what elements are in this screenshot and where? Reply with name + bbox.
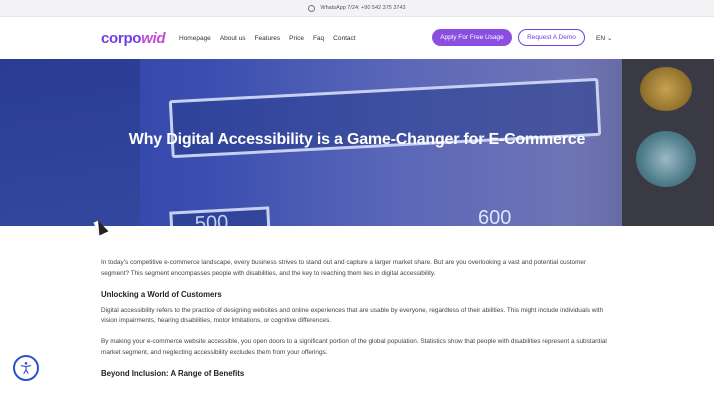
- article-intro: In today’s competitive e-commerce landsc…: [101, 259, 587, 277]
- language-label: EN: [596, 34, 606, 42]
- accessibility-widget-button[interactable]: [13, 355, 39, 381]
- accessibility-icon: [20, 362, 32, 374]
- nav-about-us[interactable]: About us: [220, 35, 246, 42]
- nav-homepage[interactable]: Homepage: [179, 35, 211, 42]
- page-title: Why Digital Accessibility is a Game-Chan…: [128, 131, 586, 148]
- corpowid-logo[interactable]: corpowid: [101, 30, 166, 47]
- whatsapp-text[interactable]: WhatsApp 7/24: +90 542 375 3743: [320, 5, 405, 11]
- hero-sign-600: 600: [478, 207, 512, 226]
- nav-contact[interactable]: Contact: [333, 35, 355, 42]
- traffic-light-amber: [640, 67, 692, 111]
- logo-part2: wid: [141, 30, 166, 47]
- article-body: In today’s competitive e-commerce landsc…: [101, 258, 613, 385]
- request-demo-button[interactable]: Request A Demo: [518, 29, 585, 46]
- top-contact-bar: WhatsApp 7/24: +90 542 375 3743: [0, 0, 714, 17]
- language-selector[interactable]: EN ⌄: [596, 34, 613, 43]
- whatsapp-icon: [308, 4, 316, 12]
- nav-menu: Homepage About us Features Price Faq Con…: [179, 35, 356, 42]
- article-paragraph: Digital accessibility refers to the prac…: [101, 306, 604, 325]
- hero-sign-number: 500: [194, 211, 229, 226]
- nav-faq[interactable]: Faq: [313, 35, 324, 42]
- apply-free-usage-button[interactable]: Apply For Free Usage: [432, 29, 512, 46]
- nav-price[interactable]: Price: [289, 35, 304, 42]
- section-heading: Unlocking a World of Customers: [101, 289, 222, 299]
- chevron-down-icon: ⌄: [607, 35, 613, 42]
- hero-small-sign: 500: [169, 206, 271, 226]
- main-navbar: corpowid Homepage About us Features Pric…: [0, 17, 714, 59]
- hero-banner: 500 600 Why Digital Accessibility is a G…: [0, 59, 714, 226]
- logo-part1: corpo: [101, 30, 142, 47]
- section-heading: Beyond Inclusion: A Range of Benefits: [101, 368, 245, 378]
- nav-features[interactable]: Features: [254, 35, 280, 42]
- article-paragraph: By making your e-commerce website access…: [101, 338, 607, 356]
